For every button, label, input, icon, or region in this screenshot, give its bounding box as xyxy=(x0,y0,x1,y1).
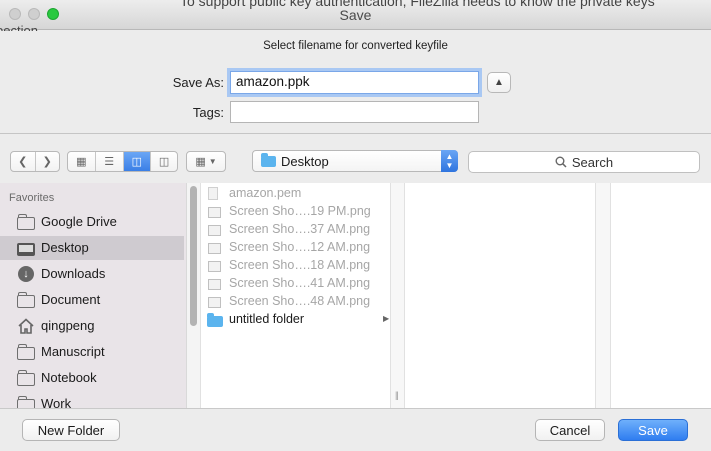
sidebar-item-downloads[interactable]: ↓ Downloads xyxy=(0,262,184,286)
column-resize-handle[interactable] xyxy=(595,183,610,408)
sidebar-item-label: Google Drive xyxy=(41,214,117,229)
window-title: Save xyxy=(339,7,372,23)
folder-icon xyxy=(207,313,223,327)
empty-column xyxy=(404,183,595,408)
sidebar-item-label: Work xyxy=(41,396,72,408)
grid-icon: ▦ xyxy=(76,156,87,168)
file-name: Screen Sho….37 AM.png xyxy=(229,222,371,236)
location-popup[interactable]: Desktop ▲ ▼ xyxy=(252,150,458,172)
column-view-button[interactable]: ◫ xyxy=(123,152,152,171)
file-name: Screen Sho….41 AM.png xyxy=(229,276,371,290)
sidebar-item-label: Document xyxy=(41,292,101,307)
folder-icon xyxy=(17,370,35,386)
chevron-down-icon: ▼ xyxy=(208,157,217,166)
sidebar: Favorites Google Drive Desktop ↓ Downloa… xyxy=(0,183,186,408)
sidebar-item-label: qingpeng xyxy=(41,318,95,333)
image-file-icon xyxy=(208,225,221,236)
view-mode-control: ▦ ☰ ◫ ◫ xyxy=(67,151,178,172)
sidebar-item-label: Notebook xyxy=(41,370,97,385)
sidebar-item-work[interactable]: Work xyxy=(0,392,184,408)
updown-arrows-icon: ▲ ▼ xyxy=(441,150,458,172)
sidebar-scroll-thumb[interactable] xyxy=(190,186,197,326)
sidebar-item-desktop[interactable]: Desktop xyxy=(0,236,184,260)
location-label: Desktop xyxy=(281,154,329,169)
tags-field[interactable] xyxy=(230,101,479,123)
sidebar-scrollbar[interactable] xyxy=(186,183,200,408)
file-item: Screen Sho….12 AM.png xyxy=(201,239,391,257)
file-item: Screen Sho….18 AM.png xyxy=(201,257,391,275)
chevron-up-icon: ▲ xyxy=(494,77,504,88)
image-file-icon xyxy=(208,261,221,272)
image-file-icon xyxy=(208,297,221,308)
favorites-heading: Favorites xyxy=(9,192,55,204)
image-file-icon xyxy=(208,243,221,254)
tags-label: Tags: xyxy=(192,105,224,120)
columns-icon: ◫ xyxy=(131,156,143,168)
file-item: Screen Sho….48 AM.png xyxy=(201,293,391,311)
folder-icon xyxy=(17,214,35,230)
save-button[interactable]: Save xyxy=(618,419,688,441)
sidebar-item-document[interactable]: Document xyxy=(0,288,184,312)
file-name: Screen Sho….12 AM.png xyxy=(229,240,371,254)
downloads-icon: ↓ xyxy=(17,266,35,282)
title-bar: To support public key authentication, Fi… xyxy=(0,0,711,30)
file-item: amazon.pem xyxy=(201,185,391,203)
file-name: amazon.pem xyxy=(229,186,302,200)
sidebar-item-label: Manuscript xyxy=(41,344,105,359)
folder-icon xyxy=(17,344,35,360)
document-icon xyxy=(208,187,218,200)
disclosure-arrow-icon: ▶ xyxy=(383,314,390,323)
new-folder-button[interactable]: New Folder xyxy=(22,419,120,441)
file-column: amazon.pem Screen Sho….19 PM.png Screen … xyxy=(200,183,390,408)
save-as-label: Save As: xyxy=(172,75,224,90)
chevron-left-icon: ❮ xyxy=(18,156,28,168)
file-name: Screen Sho….18 AM.png xyxy=(229,258,371,272)
column-grip-icon: || xyxy=(395,390,399,400)
browser-toolbar: ❮ ❯ ▦ ☰ ◫ ◫ ▦ ▼ Desktop ▲ ▼ Search xyxy=(0,134,711,183)
bottom-bar: New Folder Cancel Save xyxy=(0,408,711,451)
sidebar-item-notebook[interactable]: Notebook xyxy=(0,366,184,390)
search-field[interactable]: Search xyxy=(468,151,700,173)
back-forward-control: ❮ ❯ xyxy=(10,151,60,172)
cover-flow-icon: ◫ xyxy=(158,156,170,168)
forward-button[interactable]: ❯ xyxy=(36,152,60,171)
file-item: Screen Sho….41 AM.png xyxy=(201,275,391,293)
save-as-panel: Select filename for converted keyfile Sa… xyxy=(0,31,711,133)
sidebar-item-label: Desktop xyxy=(41,240,89,255)
sidebar-item-manuscript[interactable]: Manuscript xyxy=(0,340,184,364)
folder-icon xyxy=(17,292,35,308)
icon-view-button[interactable]: ▦ xyxy=(68,152,96,171)
file-name: Screen Sho….19 PM.png xyxy=(229,204,371,218)
desktop-icon xyxy=(17,240,35,256)
arrange-inner: ▦ ▼ xyxy=(187,152,225,171)
folder-item-untitled[interactable]: untitled folder ▶ xyxy=(201,311,391,329)
file-item: Screen Sho….19 PM.png xyxy=(201,203,391,221)
folder-icon xyxy=(17,396,35,408)
desktop-folder-icon xyxy=(261,153,276,167)
file-name: untitled folder xyxy=(229,312,305,326)
cover-flow-button[interactable]: ◫ xyxy=(151,152,177,171)
arrange-grid-icon: ▦ xyxy=(195,156,206,168)
sidebar-item-qingpeng[interactable]: qingpeng xyxy=(0,314,184,338)
arrange-button[interactable]: ▦ ▼ xyxy=(186,151,226,172)
file-item: Screen Sho….37 AM.png xyxy=(201,221,391,239)
list-view-button[interactable]: ☰ xyxy=(96,152,124,171)
chevron-right-icon: ❯ xyxy=(42,156,52,168)
home-icon xyxy=(17,318,35,334)
sidebar-item-label: Downloads xyxy=(41,266,106,281)
search-icon xyxy=(555,156,567,168)
image-file-icon xyxy=(208,279,221,290)
image-file-icon xyxy=(208,207,221,218)
list-icon: ☰ xyxy=(104,156,115,168)
save-prompt: Select filename for converted keyfile xyxy=(263,40,448,52)
column-resize-handle[interactable]: || xyxy=(390,183,404,408)
search-label: Search xyxy=(571,154,614,170)
file-name: Screen Sho….48 AM.png xyxy=(229,294,371,308)
filename-field[interactable]: amazon.ppk xyxy=(230,71,479,94)
sidebar-item-google-drive[interactable]: Google Drive xyxy=(0,210,184,234)
cancel-button[interactable]: Cancel xyxy=(535,419,605,441)
collapse-panel-button[interactable]: ▲ xyxy=(487,72,511,93)
back-button[interactable]: ❮ xyxy=(11,152,36,171)
empty-column xyxy=(610,183,711,408)
